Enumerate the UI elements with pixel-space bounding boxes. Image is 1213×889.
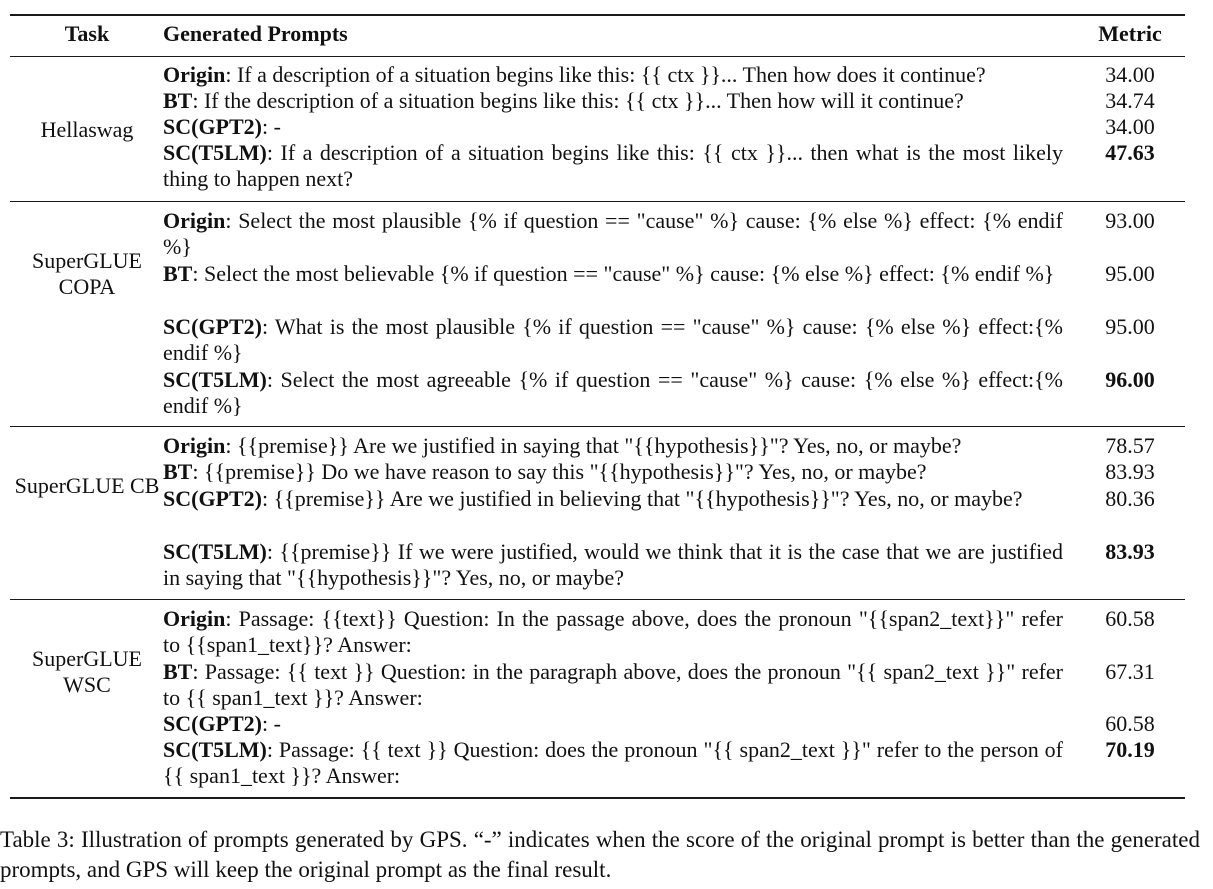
prompt-text: : Select the most believable {% if quest… bbox=[192, 261, 1055, 286]
metric-value: 67.31 bbox=[1105, 659, 1155, 684]
prompt-text: : If a description of a situation begins… bbox=[225, 62, 986, 87]
prompt-label: Origin bbox=[163, 62, 226, 87]
task-name: SuperGLUE WSC bbox=[32, 646, 142, 697]
prompt-label: SC(T5LM) bbox=[163, 737, 267, 762]
metric-value-best: 70.19 bbox=[1105, 737, 1155, 762]
group-separator bbox=[10, 599, 1185, 600]
prompt-text: : Passage: {{text}} Question: In the pas… bbox=[163, 606, 1063, 657]
prompt-text: : If the description of a situation begi… bbox=[192, 88, 964, 113]
metric-value-best: 47.63 bbox=[1105, 140, 1155, 165]
metric-value: 34.74 bbox=[1105, 88, 1155, 113]
task-name: SuperGLUE CB bbox=[14, 473, 160, 498]
prompt-text: : Select the most agreeable {% if questi… bbox=[163, 367, 1063, 418]
header-metric: Metric bbox=[1098, 21, 1162, 46]
prompt-text: : Select the most plausible {% if questi… bbox=[163, 208, 1063, 259]
prompt-row: BT: {{premise}} Do we have reason to say… bbox=[163, 459, 1063, 485]
prompt-label: BT bbox=[163, 261, 193, 286]
prompt-row: SC(GPT2): - bbox=[163, 711, 1063, 737]
header-prompts: Generated Prompts bbox=[163, 21, 348, 46]
prompt-label: BT bbox=[163, 659, 193, 684]
prompt-text: : - bbox=[262, 114, 281, 139]
prompt-label: SC(GPT2) bbox=[163, 114, 262, 139]
prompt-row: SC(GPT2): What is the most plausible {% … bbox=[163, 314, 1063, 366]
prompt-label: BT bbox=[163, 459, 193, 484]
prompt-row: BT: Passage: {{ text }} Question: in the… bbox=[163, 659, 1063, 711]
metric-value: 78.57 bbox=[1105, 433, 1155, 458]
prompt-label: SC(GPT2) bbox=[163, 486, 262, 511]
prompt-text: : {{premise}} Do we have reason to say t… bbox=[192, 459, 927, 484]
prompt-row: SC(T5LM): If a description of a situatio… bbox=[163, 140, 1063, 192]
metric-value: 95.00 bbox=[1105, 261, 1155, 286]
metric-value: 34.00 bbox=[1105, 114, 1155, 139]
prompt-label: SC(T5LM) bbox=[163, 367, 267, 392]
prompt-label: Origin bbox=[163, 208, 226, 233]
prompt-label: SC(GPT2) bbox=[163, 314, 262, 339]
metric-value: 60.58 bbox=[1105, 606, 1155, 631]
prompt-text: : Passage: {{ text }} Question: in the p… bbox=[163, 659, 1063, 710]
prompt-label: SC(T5LM) bbox=[163, 539, 267, 564]
prompt-label: SC(T5LM) bbox=[163, 140, 267, 165]
prompt-row: SC(GPT2): - bbox=[163, 114, 1063, 140]
prompt-row: SC(T5LM): Select the most agreeable {% i… bbox=[163, 367, 1063, 419]
metric-value: 80.36 bbox=[1105, 486, 1155, 511]
header-rule bbox=[10, 56, 1185, 57]
metric-value: 34.00 bbox=[1105, 62, 1155, 87]
prompt-label: Origin bbox=[163, 433, 226, 458]
prompt-row: BT: Select the most believable {% if que… bbox=[163, 261, 1063, 287]
header-task: Task bbox=[64, 21, 110, 46]
prompt-label: Origin bbox=[163, 606, 226, 631]
prompt-text: : {{premise}} Are we justified in believ… bbox=[262, 486, 1023, 511]
task-name: SuperGLUE COPA bbox=[32, 248, 142, 299]
group-separator bbox=[10, 201, 1185, 202]
metric-value-best: 96.00 bbox=[1105, 367, 1155, 392]
metric-value-best: 83.93 bbox=[1105, 539, 1155, 564]
metric-value: 83.93 bbox=[1105, 459, 1155, 484]
prompt-row: Origin: If a description of a situation … bbox=[163, 62, 1063, 88]
prompt-row: BT: If the description of a situation be… bbox=[163, 88, 1063, 114]
prompt-label: BT bbox=[163, 88, 193, 113]
prompt-text: : - bbox=[262, 711, 281, 736]
prompt-row: Origin: Passage: {{text}} Question: In t… bbox=[163, 606, 1063, 658]
prompt-row: Origin: Select the most plausible {% if … bbox=[163, 208, 1063, 260]
task-name: Hellaswag bbox=[40, 117, 134, 142]
prompt-row: Origin: {{premise}} Are we justified in … bbox=[163, 433, 1063, 459]
prompt-text: : {{premise}} Are we justified in saying… bbox=[225, 433, 962, 458]
prompt-text: : What is the most plausible {% if quest… bbox=[163, 314, 1063, 365]
metric-value: 60.58 bbox=[1105, 711, 1155, 736]
prompt-text: : {{premise}} If we were justified, woul… bbox=[163, 539, 1063, 590]
metric-value: 95.00 bbox=[1105, 314, 1155, 339]
prompt-text: : Passage: {{ text }} Question: does the… bbox=[163, 737, 1063, 788]
prompt-text: : If a description of a situation begins… bbox=[163, 140, 1063, 191]
metric-value: 93.00 bbox=[1105, 208, 1155, 233]
prompt-label: SC(GPT2) bbox=[163, 711, 262, 736]
prompt-row: SC(T5LM): {{premise}} If we were justifi… bbox=[163, 539, 1063, 591]
top-rule bbox=[10, 14, 1185, 16]
table-caption: Table 3: Illustration of prompts generat… bbox=[0, 827, 1200, 882]
bottom-rule bbox=[10, 797, 1185, 799]
prompt-row: SC(GPT2): {{premise}} Are we justified i… bbox=[163, 486, 1063, 512]
prompt-row: SC(T5LM): Passage: {{ text }} Question: … bbox=[163, 737, 1063, 789]
group-separator bbox=[10, 426, 1185, 427]
